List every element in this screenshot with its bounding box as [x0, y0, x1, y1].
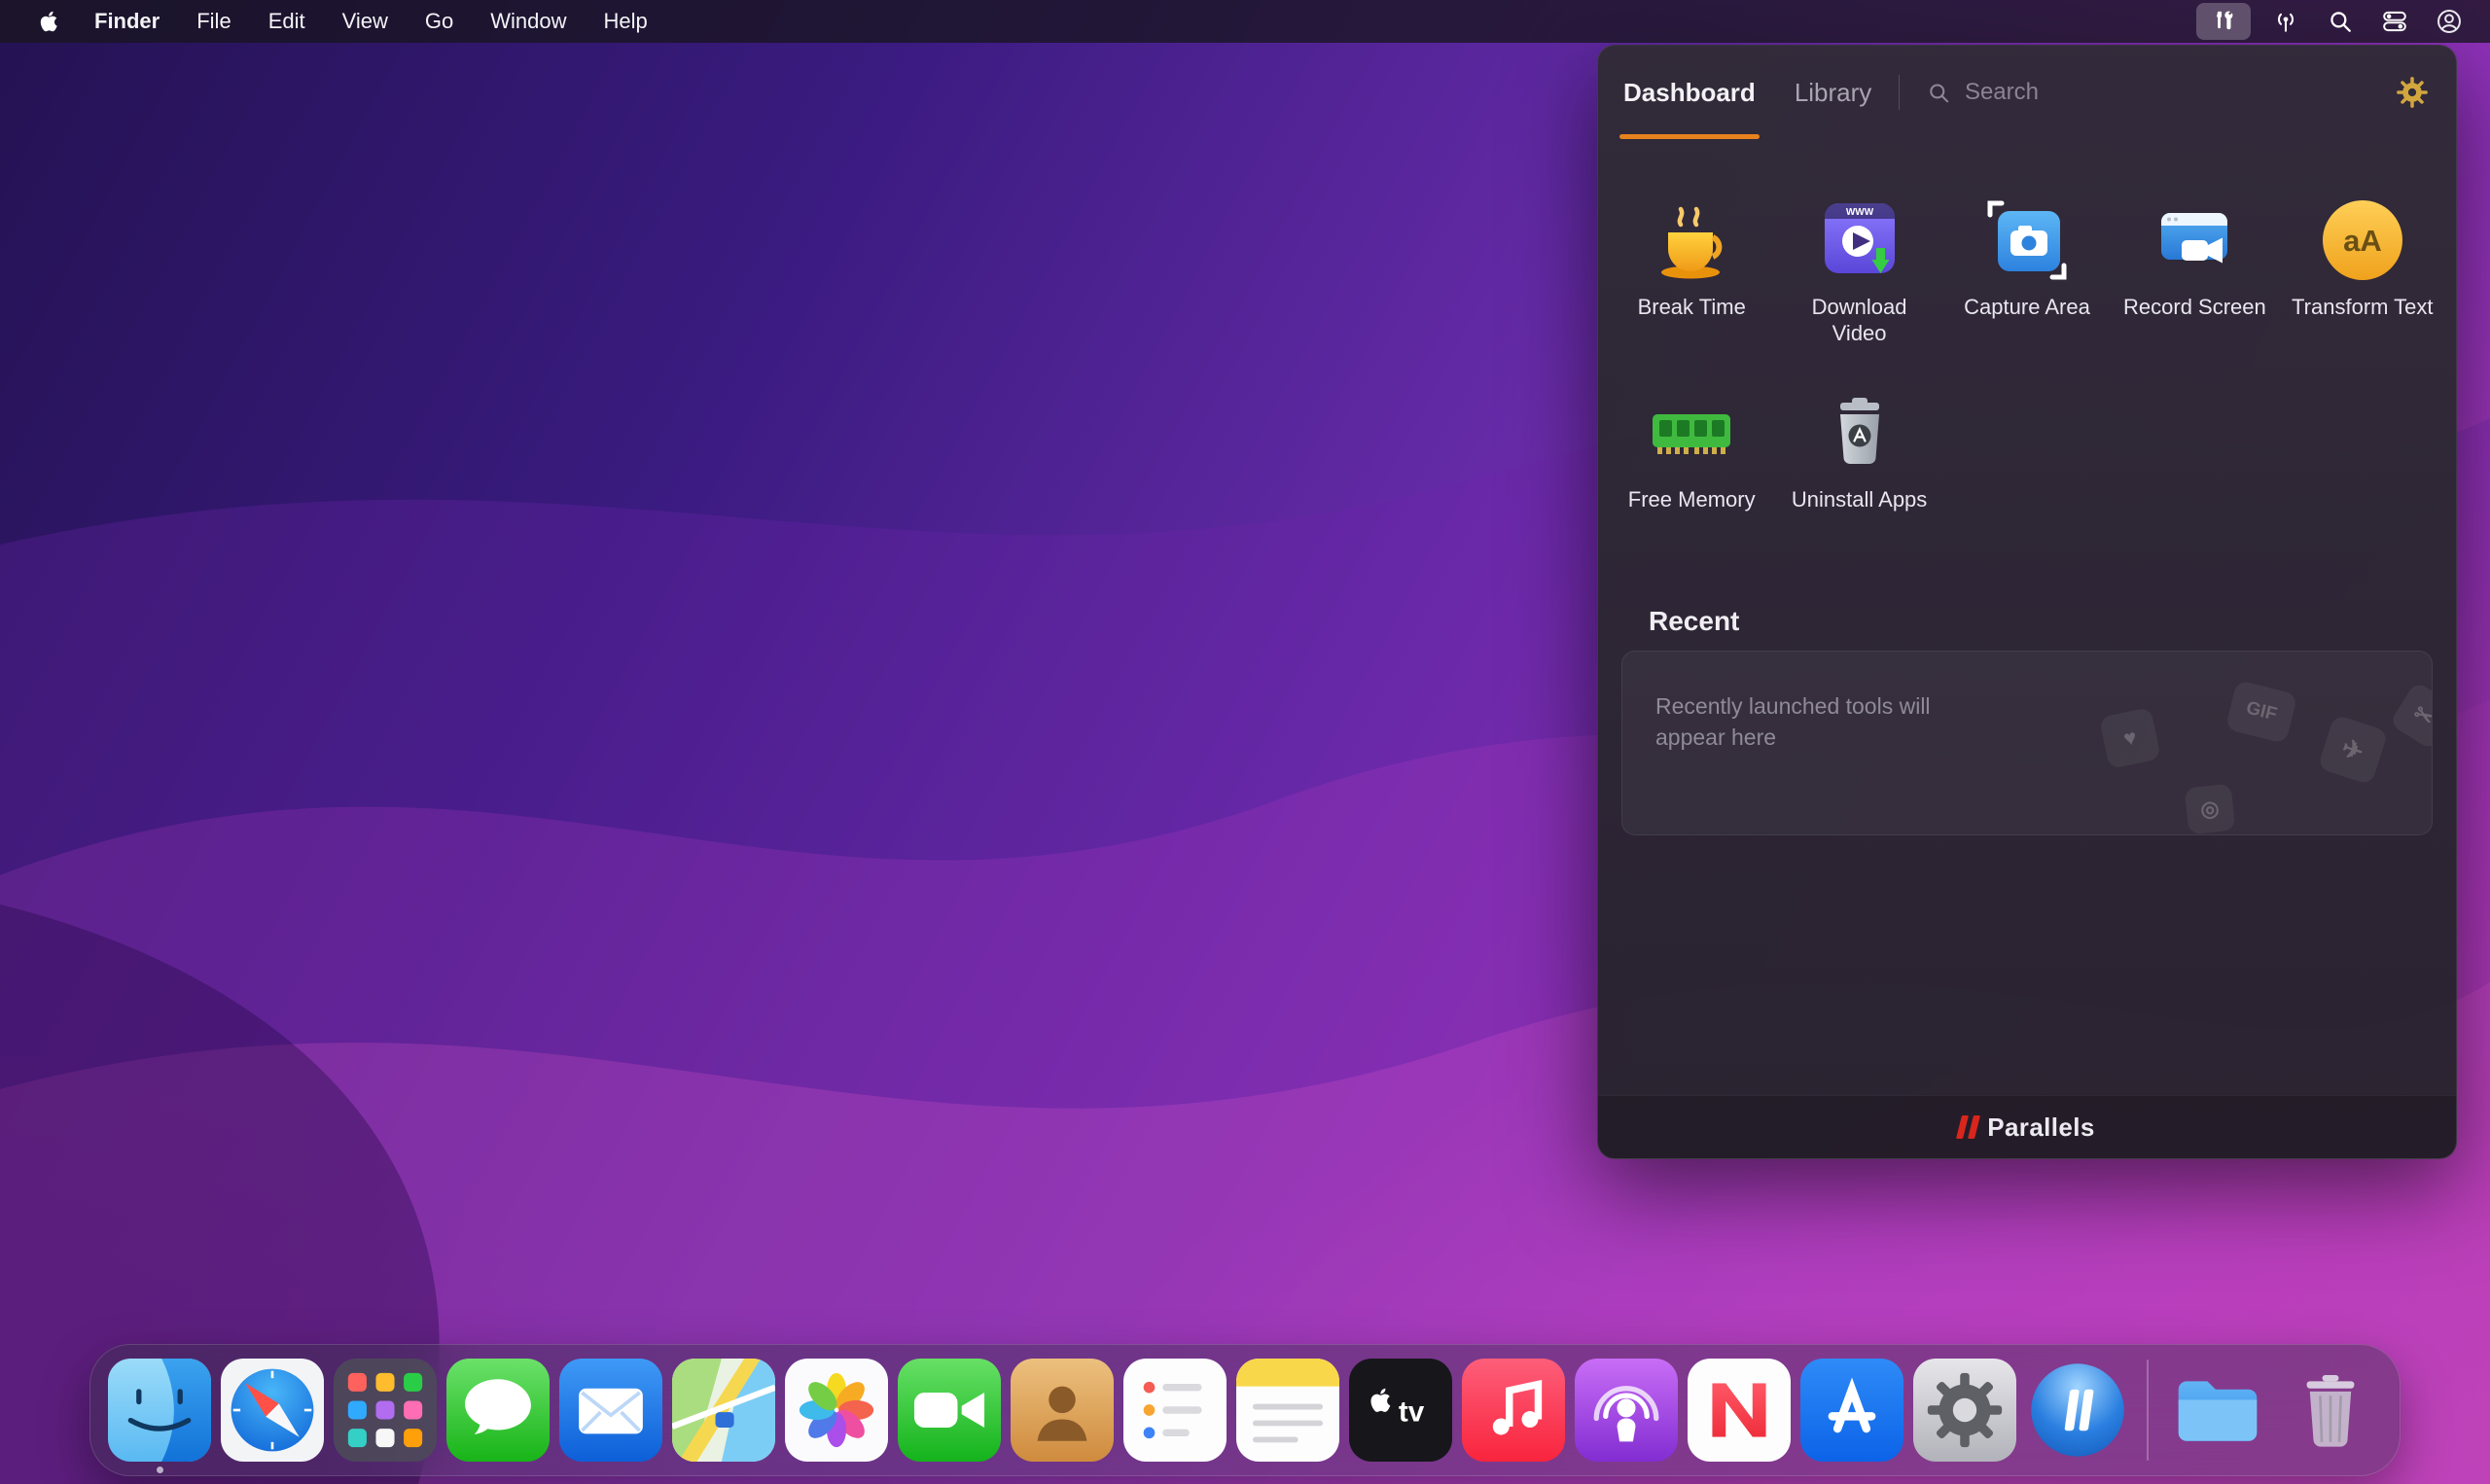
dock-safari[interactable] [221, 1359, 324, 1462]
tool-download-video[interactable]: WWW Download Video [1775, 192, 1942, 347]
tool-record-screen[interactable]: Record Screen [2111, 192, 2278, 347]
menu-file[interactable]: File [178, 9, 249, 34]
dock-finder[interactable] [108, 1359, 211, 1473]
tool-label: Transform Text [2292, 295, 2434, 319]
dock-parallels-desktop[interactable] [2026, 1359, 2129, 1462]
dock-trash[interactable] [2279, 1359, 2382, 1462]
svg-text:tv: tv [1399, 1396, 1425, 1429]
search-icon [1930, 83, 1949, 102]
parallels-logo-icon [1956, 1115, 1981, 1139]
tool-free-memory[interactable]: Free Memory [1608, 384, 1775, 513]
dock-launchpad[interactable] [334, 1359, 437, 1462]
control-center-icon[interactable] [2375, 3, 2414, 40]
apple-menu-icon[interactable] [23, 9, 76, 34]
app-menu-finder[interactable]: Finder [76, 9, 178, 34]
parallels-toolbox-menubar-icon[interactable] [2196, 3, 2251, 40]
tool-capture-area[interactable]: Capture Area [1943, 192, 2111, 347]
search-input[interactable] [1962, 78, 2380, 107]
parallels-brand-text: Parallels [1987, 1112, 2095, 1142]
ghost-camera-icon: ◎ [2184, 783, 2236, 834]
capture-area-icon [1978, 192, 2076, 289]
panel-header: Dashboard Library [1598, 46, 2456, 139]
tool-uninstall-apps[interactable]: Uninstall Apps [1775, 384, 1942, 513]
tool-label: Break Time [1637, 295, 1746, 319]
ghost-sticker-icon: ✂ [2389, 681, 2432, 751]
dock-music[interactable] [1462, 1359, 1565, 1462]
header-divider [1899, 75, 1901, 110]
menu-bar: Finder File Edit View Go Window Help [0, 0, 2490, 43]
recent-empty-area: Recently launched tools will appear here… [1621, 651, 2433, 835]
download-video-icon: WWW [1811, 192, 1908, 289]
transform-text-icon: aA [2314, 192, 2411, 289]
search-field[interactable] [1927, 78, 2380, 107]
dock-notes[interactable] [1236, 1359, 1339, 1462]
dock-downloads-folder[interactable] [2166, 1359, 2269, 1462]
dock-facetime[interactable] [898, 1359, 1001, 1462]
ghost-airplane-icon: ✈ [2317, 714, 2389, 786]
tool-label: Download Video [1811, 295, 1907, 345]
dock-app-store[interactable] [1800, 1359, 1903, 1462]
dock-mail[interactable] [559, 1359, 662, 1462]
coffee-cup-icon [1643, 192, 1740, 289]
tab-library-label: Library [1794, 77, 1872, 107]
dock: tv [89, 1344, 2401, 1476]
dock-system-preferences[interactable] [1913, 1359, 2016, 1462]
recent-empty-text: Recently launched tools will appear here [1655, 693, 1931, 751]
menu-window[interactable]: Window [472, 9, 585, 34]
spotlight-search-icon[interactable] [2321, 3, 2360, 40]
tab-dashboard-label: Dashboard [1623, 77, 1756, 107]
record-screen-icon [2146, 192, 2243, 289]
tab-dashboard[interactable]: Dashboard [1619, 46, 1760, 139]
parallels-brand: Parallels [1598, 1095, 2456, 1158]
tool-label: Record Screen [2123, 295, 2266, 319]
desktop: Finder File Edit View Go Window Help Das… [0, 0, 2490, 1484]
tool-break-time[interactable]: Break Time [1608, 192, 1775, 347]
uninstall-apps-icon [1811, 384, 1908, 481]
tab-library[interactable]: Library [1795, 46, 1871, 139]
ghost-gif-icon: GIF [2224, 680, 2298, 744]
settings-gear-icon[interactable] [2394, 74, 2431, 111]
tool-label: Uninstall Apps [1791, 486, 1928, 512]
menu-edit[interactable]: Edit [250, 9, 324, 34]
tool-transform-text[interactable]: aA Transform Text [2279, 192, 2446, 347]
dock-maps[interactable] [672, 1359, 775, 1462]
svg-text:aA: aA [2343, 224, 2382, 258]
dock-messages[interactable] [446, 1359, 550, 1462]
dock-news[interactable] [1688, 1359, 1791, 1462]
dock-tv[interactable]: tv [1349, 1359, 1452, 1462]
tool-label: Capture Area [1964, 295, 2090, 319]
dock-podcasts[interactable] [1575, 1359, 1678, 1462]
menu-help[interactable]: Help [586, 9, 666, 34]
dock-reminders[interactable] [1123, 1359, 1227, 1462]
ram-icon [1643, 384, 1740, 481]
parallels-toolbox-panel: Dashboard Library Search Break Time WWW … [1597, 45, 2457, 1159]
dock-photos[interactable] [785, 1359, 888, 1462]
tool-label: Free Memory [1627, 486, 1756, 512]
svg-text:WWW: WWW [1845, 207, 1873, 218]
ghost-heart-icon: ♥ [2098, 706, 2162, 770]
menu-view[interactable]: View [324, 9, 407, 34]
dock-contacts[interactable] [1011, 1359, 1114, 1462]
dock-separator [2147, 1360, 2149, 1461]
tools-grid: Break Time WWW Download Video Capture Ar… [1608, 192, 2446, 512]
wireless-antenna-icon[interactable] [2266, 3, 2305, 40]
menu-go[interactable]: Go [407, 9, 472, 34]
recent-heading: Recent [1649, 606, 1740, 636]
account-icon[interactable] [2430, 3, 2469, 40]
